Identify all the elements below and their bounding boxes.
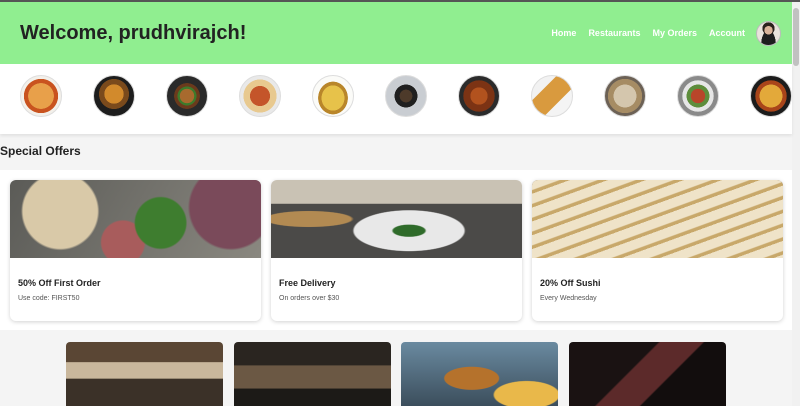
category-fried-chicken[interactable]	[458, 75, 500, 117]
offer-subtitle: On orders over $30	[279, 295, 340, 302]
offer-card[interactable]: Free Delivery On orders over $30	[271, 180, 522, 321]
category-pasta[interactable]	[750, 75, 792, 117]
category-shawarma[interactable]	[604, 75, 646, 117]
offer-image	[271, 180, 522, 258]
category-strip	[0, 64, 792, 134]
restaurant-card[interactable]	[234, 342, 391, 406]
scrollbar-thumb[interactable]	[793, 8, 799, 66]
offer-subtitle: Every Wednesday	[540, 295, 597, 302]
user-avatar[interactable]	[756, 20, 781, 46]
offer-title: 20% Off Sushi	[540, 278, 601, 288]
category-burger[interactable]	[166, 75, 208, 117]
restaurant-card[interactable]	[569, 342, 726, 406]
nav-my-orders-link[interactable]: My Orders	[652, 28, 697, 38]
nav-restaurants-link[interactable]: Restaurants	[588, 28, 640, 38]
offer-subtitle: Use code: FIRST50	[18, 295, 80, 302]
offer-card[interactable]: 50% Off First Order Use code: FIRST50	[10, 180, 261, 321]
restaurant-card[interactable]	[401, 342, 558, 406]
nav-account-link[interactable]: Account	[709, 28, 745, 38]
category-salad-bowl[interactable]	[677, 75, 719, 117]
welcome-heading: Welcome, prudhvirajch!	[20, 21, 247, 44]
offer-title: 50% Off First Order	[18, 278, 101, 288]
category-noodle-bowl[interactable]	[385, 75, 427, 117]
offer-card[interactable]: 20% Off Sushi Every Wednesday	[532, 180, 783, 321]
top-header: Welcome, prudhvirajch! Home Restaurants …	[0, 2, 792, 64]
category-pizza[interactable]	[20, 75, 62, 117]
main-nav: Home Restaurants My Orders Account	[539, 20, 781, 46]
nav-home-link[interactable]: Home	[551, 28, 576, 38]
offer-image	[532, 180, 783, 258]
special-offers-section: 50% Off First Order Use code: FIRST50 Fr…	[0, 170, 792, 330]
offer-image	[10, 180, 261, 258]
category-dosa[interactable]	[531, 75, 573, 117]
restaurant-card[interactable]	[66, 342, 223, 406]
page-scrollbar[interactable]	[792, 2, 800, 406]
special-offers-title: Special Offers	[0, 144, 81, 158]
category-chicken-rice[interactable]	[239, 75, 281, 117]
category-taco[interactable]	[312, 75, 354, 117]
category-biryani[interactable]	[93, 75, 135, 117]
offer-title: Free Delivery	[279, 278, 336, 288]
